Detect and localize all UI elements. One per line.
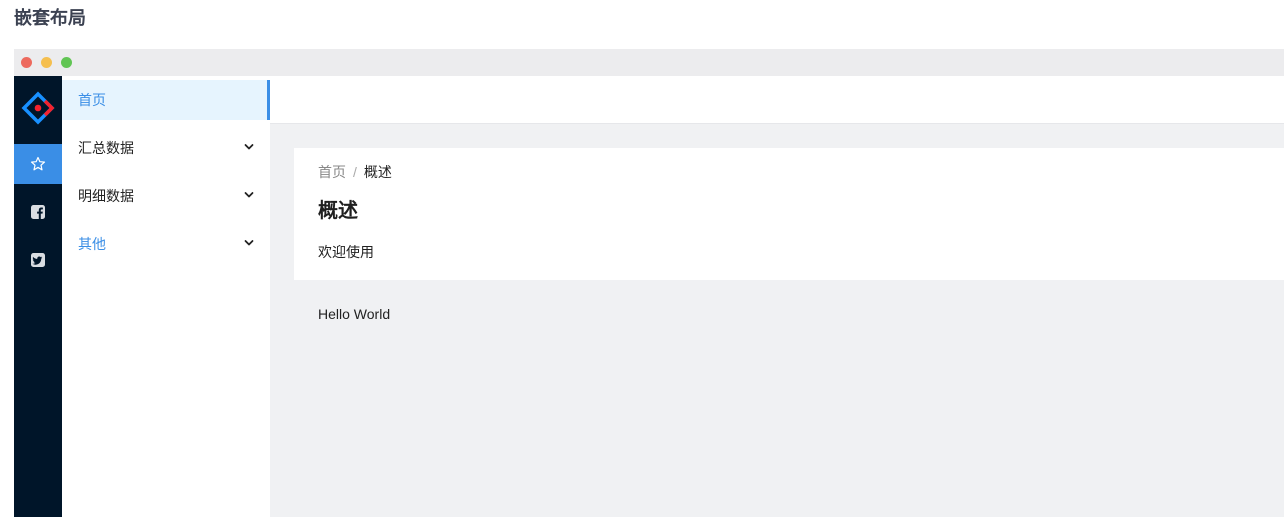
facebook-icon xyxy=(31,205,45,219)
menu-item-label: 明细数据 xyxy=(78,188,134,204)
rail-item-facebook[interactable] xyxy=(14,192,62,232)
browser-window: 首页 汇总数据 明细数据 其他 首页 / 概述 概述 欢迎使用 Hello Wo… xyxy=(14,49,1284,517)
rail-item-star[interactable] xyxy=(14,144,62,184)
breadcrumb: 首页 / 概述 xyxy=(318,162,392,182)
page-description: 欢迎使用 xyxy=(318,244,374,260)
top-header xyxy=(270,76,1284,124)
chevron-down-icon xyxy=(244,144,254,150)
close-window-button[interactable] xyxy=(21,57,32,68)
chevron-down-icon xyxy=(244,192,254,198)
menu-item-label: 首页 xyxy=(78,92,106,108)
maximize-window-button[interactable] xyxy=(61,57,72,68)
star-icon xyxy=(30,156,46,171)
main-area: 首页 / 概述 概述 欢迎使用 Hello World xyxy=(270,76,1284,517)
breadcrumb-separator: / xyxy=(353,164,357,180)
breadcrumb-current: 概述 xyxy=(363,164,392,180)
chevron-down-icon xyxy=(244,240,254,246)
page-header-card: 首页 / 概述 概述 欢迎使用 xyxy=(294,148,1284,280)
page-heading: 嵌套布局 xyxy=(14,8,86,28)
window-titlebar xyxy=(14,49,1284,76)
twitter-icon xyxy=(31,253,45,267)
minimize-window-button[interactable] xyxy=(41,57,52,68)
rail-item-twitter[interactable] xyxy=(14,240,62,280)
breadcrumb-link-home[interactable]: 首页 xyxy=(318,164,346,180)
menu-item-home[interactable]: 首页 xyxy=(62,80,270,120)
menu-item-other[interactable]: 其他 xyxy=(62,224,270,264)
content-text: Hello World xyxy=(318,306,391,322)
menu-item-label: 其他 xyxy=(78,236,106,252)
side-menu: 首页 汇总数据 明细数据 其他 xyxy=(62,76,270,517)
icon-rail xyxy=(14,76,62,517)
menu-item-summary-data[interactable]: 汇总数据 xyxy=(62,128,270,168)
logo-icon[interactable] xyxy=(14,76,62,140)
menu-item-detail-data[interactable]: 明细数据 xyxy=(62,176,270,216)
app-layout: 首页 汇总数据 明细数据 其他 首页 / 概述 概述 欢迎使用 Hello Wo… xyxy=(14,76,1284,517)
menu-item-label: 汇总数据 xyxy=(78,140,134,156)
page-title: 概述 xyxy=(318,200,358,222)
